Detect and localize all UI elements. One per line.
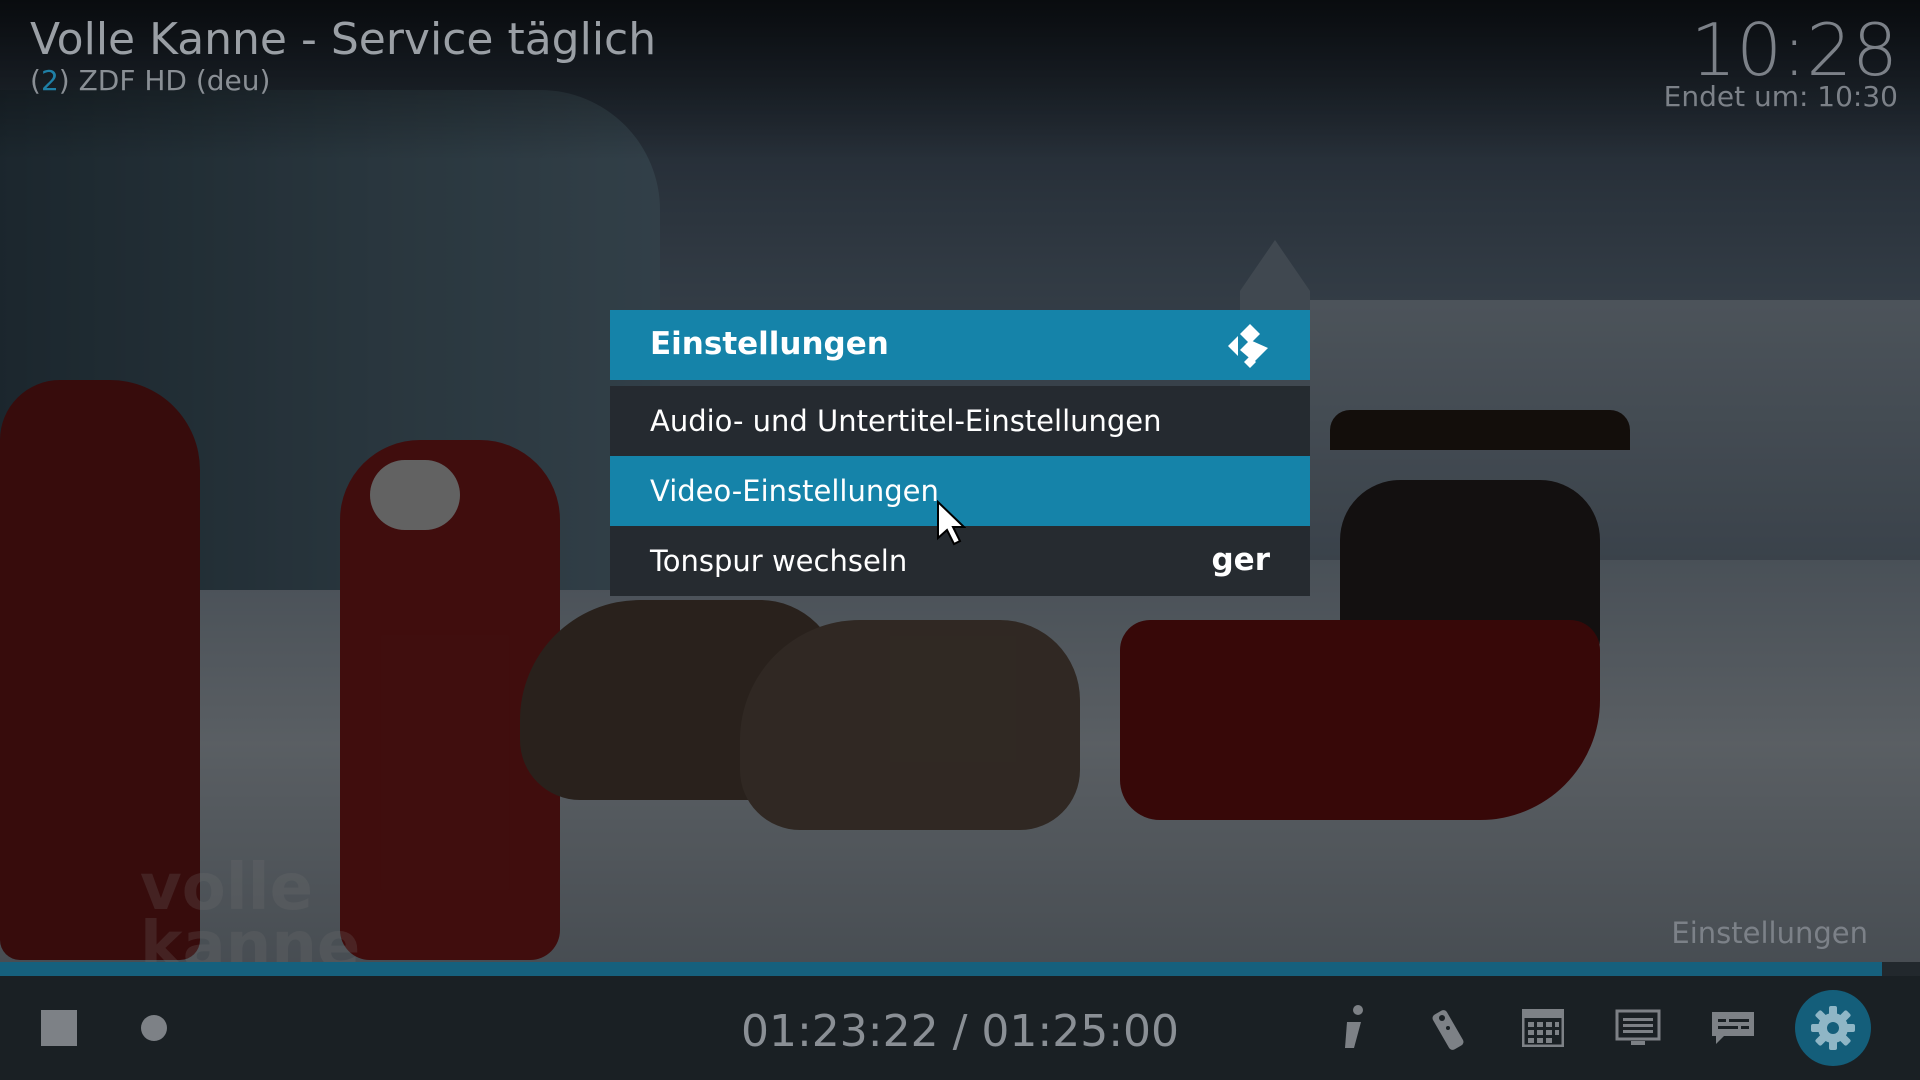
- menu-item-label: Audio- und Untertitel-Einstellungen: [650, 404, 1162, 438]
- guide-button[interactable]: [1508, 993, 1578, 1063]
- channel-info: (2) ZDF HD (deu): [30, 64, 271, 97]
- record-button[interactable]: [119, 993, 189, 1063]
- osd-active-label: Einstellungen: [1671, 916, 1868, 950]
- record-icon: [141, 1015, 167, 1041]
- seek-bar[interactable]: [0, 962, 1920, 976]
- program-title: Volle Kanne - Service täglich: [30, 14, 657, 65]
- mouse-cursor-icon: [937, 500, 966, 546]
- seek-bar-fill: [0, 962, 1882, 976]
- kodi-logo-icon: [1228, 324, 1268, 368]
- menu-item-label: Video-Einstellungen: [650, 474, 939, 508]
- remote-icon: [1432, 1010, 1464, 1050]
- dialog-menu: Audio- und Untertitel-Einstellungen Vide…: [610, 386, 1310, 596]
- stop-button[interactable]: [24, 993, 94, 1063]
- audio-track-value: ger: [1211, 542, 1270, 578]
- guide-icon: [1522, 1009, 1564, 1047]
- subtitles-button[interactable]: [1698, 993, 1768, 1063]
- channel-name: ZDF HD (deu): [78, 64, 271, 97]
- info-icon: [1345, 1005, 1363, 1048]
- subtitles-icon: [1712, 1012, 1754, 1044]
- dialog-title: Einstellungen: [650, 326, 889, 362]
- stop-icon: [41, 1010, 77, 1046]
- settings-button[interactable]: [1795, 990, 1871, 1066]
- settings-icon: [1811, 1006, 1855, 1050]
- settings-dialog: Einstellungen Audio- und Untertitel-Eins…: [610, 310, 1310, 596]
- channel-number: 2: [40, 64, 59, 97]
- menu-item-label: Tonspur wechseln: [650, 544, 908, 578]
- teletext-icon: [1615, 1009, 1661, 1045]
- teletext-button[interactable]: [1603, 993, 1673, 1063]
- dialog-header: Einstellungen: [610, 310, 1310, 380]
- info-button[interactable]: [1318, 993, 1388, 1063]
- menu-item-audio-subtitle-settings[interactable]: Audio- und Untertitel-Einstellungen: [610, 386, 1310, 456]
- end-time: Endet um: 10:30: [1663, 80, 1898, 113]
- remote-button[interactable]: [1413, 993, 1483, 1063]
